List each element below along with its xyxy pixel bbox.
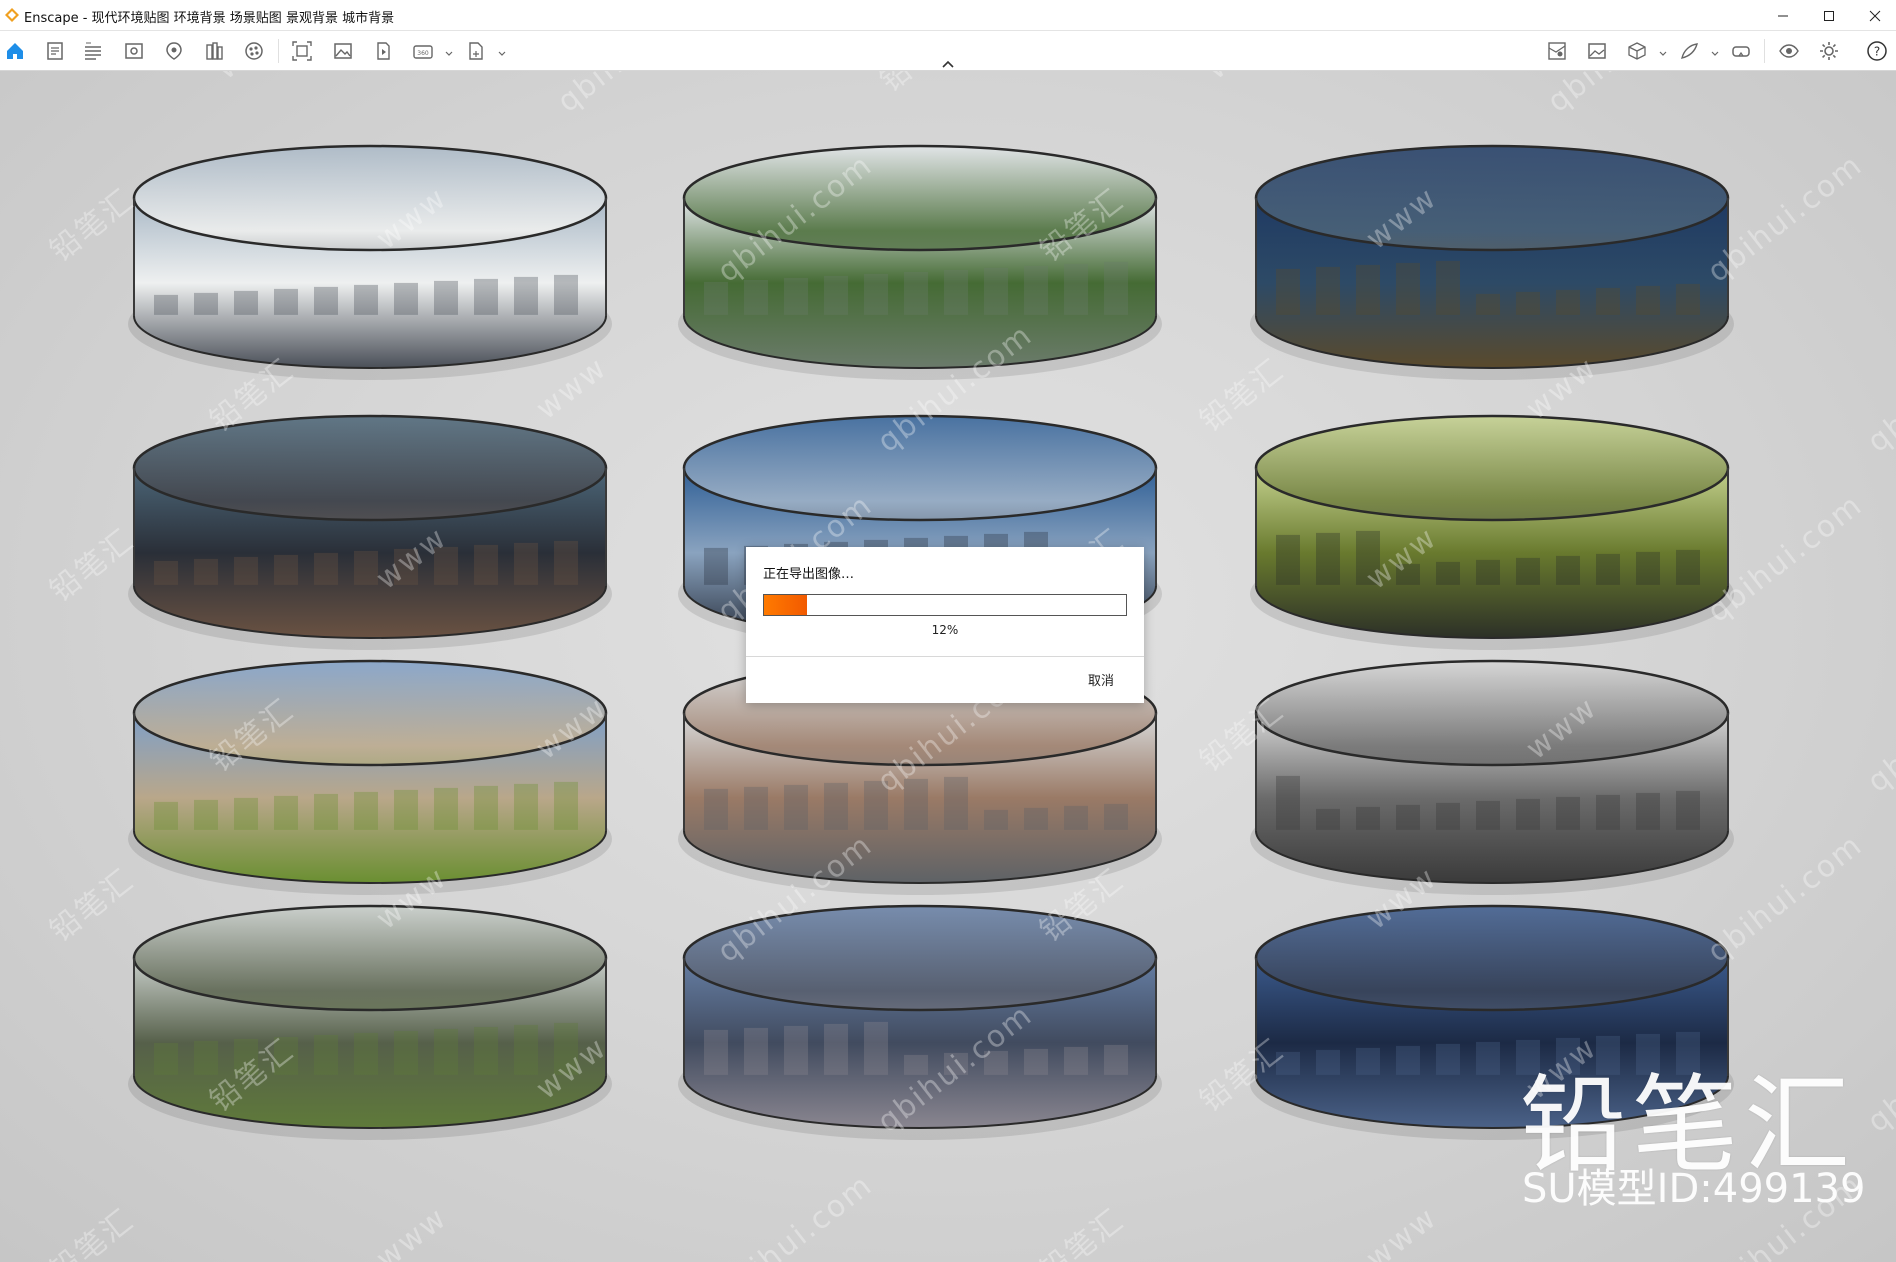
view-visibility-icon: [1779, 44, 1799, 58]
home-icon: [7, 43, 23, 59]
close-icon: [1869, 10, 1881, 21]
visual-settings-icon: [125, 43, 143, 59]
home-button[interactable]: [2, 38, 28, 64]
asset-library-button[interactable]: [201, 38, 227, 64]
chevron-down-icon: [1711, 51, 1719, 56]
modern-villa-panorama: [128, 144, 612, 380]
draw-icon: [1681, 43, 1698, 59]
screenshot-icon: [334, 43, 352, 59]
view-visibility-button[interactable]: [1776, 38, 1802, 64]
export-progress-bar: [763, 594, 1127, 616]
minimap-icon: [1548, 42, 1566, 60]
window-title: Enscape - 现代环境贴图 环境背景 场景贴图 景观背景 城市背景: [24, 11, 395, 26]
vr-headset-icon: [1732, 46, 1750, 57]
toolbar-separator: [1764, 39, 1765, 63]
night-skyline-river-panorama: [128, 414, 612, 650]
svg-text:360: 360: [417, 50, 429, 57]
dialog-title: 正在导出图像…: [763, 567, 855, 582]
chevron-down-icon: [445, 51, 453, 56]
forest-pavilion-panorama: [1250, 414, 1734, 650]
render-settings-icon: [292, 41, 312, 61]
minimize-button[interactable]: [1760, 0, 1806, 31]
video-editor-icon: [377, 42, 390, 60]
video-editor-button[interactable]: [370, 38, 396, 64]
countryside-villa-panorama: [128, 659, 612, 895]
bim-info-button[interactable]: [80, 38, 106, 64]
vr-headset-button[interactable]: [1728, 38, 1754, 64]
panorama-button[interactable]: 360: [410, 38, 436, 64]
section-box-button[interactable]: [1624, 38, 1650, 64]
project-list-button[interactable]: [42, 38, 68, 64]
section-box-dropdown[interactable]: [1658, 44, 1668, 58]
help-icon: ?: [1867, 41, 1887, 61]
progress-percent: 12%: [931, 623, 959, 637]
toolbar-separator: [278, 39, 279, 63]
svg-text:?: ?: [1874, 45, 1880, 59]
section-box-icon: [1628, 42, 1646, 60]
image-gallery-button[interactable]: [1584, 38, 1610, 64]
monochrome-skyline-panorama: [1250, 659, 1734, 895]
export-dropdown[interactable]: [497, 44, 507, 58]
asset-library-icon: [206, 42, 223, 60]
twilight-river-panorama: [678, 904, 1162, 1140]
export-progress-dialog: 正在导出图像… 12% 取消: [746, 547, 1144, 703]
close-button[interactable]: [1852, 0, 1896, 31]
panorama-dropdown[interactable]: [444, 44, 454, 58]
views-icon: [166, 42, 182, 60]
export-button[interactable]: [463, 38, 489, 64]
model-id-watermark: SU模型ID:499139: [1522, 1166, 1866, 1212]
residential-garden-panorama: [678, 144, 1162, 380]
dialog-divider: [746, 656, 1144, 657]
pine-garden-villa-panorama: [128, 904, 612, 1140]
image-gallery-icon: [1588, 43, 1606, 59]
settings-icon: [1820, 42, 1838, 60]
bim-info-icon: [85, 42, 101, 60]
visual-settings-button[interactable]: [121, 38, 147, 64]
batch-render-button[interactable]: [330, 38, 356, 64]
project-list-icon: [47, 42, 63, 60]
panorama-icon: 360: [413, 45, 433, 59]
export-icon: [469, 42, 483, 60]
render-settings-button[interactable]: [289, 38, 315, 64]
views-button[interactable]: [161, 38, 187, 64]
material-editor-button[interactable]: [241, 38, 267, 64]
night-city-panorama: [1250, 144, 1734, 380]
minimize-icon: [1778, 15, 1788, 16]
maximize-icon: [1824, 10, 1834, 21]
enscape-logo-icon: [5, 8, 19, 22]
draw-dropdown[interactable]: [1710, 44, 1720, 58]
chevron-down-icon: [1659, 51, 1667, 56]
minimap-button[interactable]: [1544, 38, 1570, 64]
settings-button[interactable]: [1816, 38, 1842, 64]
chevron-down-icon: [498, 51, 506, 56]
help-button[interactable]: ?: [1864, 38, 1890, 64]
draw-button[interactable]: [1676, 38, 1702, 64]
cancel-button[interactable]: 取消: [1088, 670, 1114, 689]
title-bar: Enscape - 现代环境贴图 环境背景 场景贴图 景观背景 城市背景: [0, 0, 1896, 31]
collapse-toolbar-icon[interactable]: [938, 58, 958, 70]
material-editor-icon: [245, 42, 263, 60]
progress-fill: [764, 595, 808, 615]
maximize-button[interactable]: [1806, 0, 1852, 31]
